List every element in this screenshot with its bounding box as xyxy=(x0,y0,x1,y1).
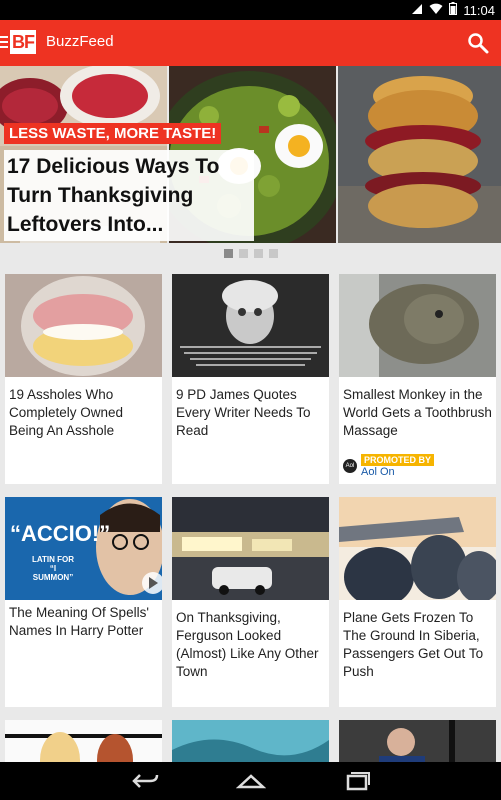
hero-tag: LESS WASTE, MORE TASTE! xyxy=(4,123,222,144)
card-title: 9 PD James Quotes Every Writer Needs To … xyxy=(176,387,311,438)
promo-brand: Aol On xyxy=(361,466,395,478)
card-thumbnail xyxy=(339,497,496,607)
article-card[interactable]: Smallest Monkey in the World Gets a Toot… xyxy=(339,274,496,484)
carousel-dot[interactable] xyxy=(238,249,248,258)
status-bar: 11:04 xyxy=(0,0,501,20)
carousel-dot[interactable] xyxy=(268,249,278,258)
card-thumbnail: “ACCIO!” LATIN FOR “I SUMMON” xyxy=(5,497,162,600)
battery-icon xyxy=(449,2,458,18)
article-card[interactable]: On Thanksgiving, Ferguson Looked (Almost… xyxy=(172,497,329,707)
article-card[interactable] xyxy=(5,720,162,762)
card-title: 19 Assholes Who Completely Owned Being A… xyxy=(9,387,124,438)
carousel-dot[interactable] xyxy=(223,249,233,258)
card-title: On Thanksgiving, Ferguson Looked (Almost… xyxy=(176,610,319,679)
carousel-dot[interactable] xyxy=(253,249,263,258)
card-thumbnail xyxy=(339,274,496,377)
article-card[interactable]: 9 PD James Quotes Every Writer Needs To … xyxy=(172,274,329,484)
card-thumbnail xyxy=(172,720,329,762)
card-title: The Meaning Of Spells' Names In Harry Po… xyxy=(9,605,149,638)
promoted-badge: PROMOTED BY xyxy=(361,454,435,466)
signal-icon xyxy=(411,3,423,18)
card-title: Plane Gets Frozen To The Ground In Siber… xyxy=(343,610,484,679)
article-card[interactable]: 19 Assholes Who Completely Owned Being A… xyxy=(5,274,162,484)
article-card[interactable]: Plane Gets Frozen To The Ground In Siber… xyxy=(339,497,496,707)
hero-image-waffle xyxy=(338,66,501,243)
app-title: BuzzFeed xyxy=(46,33,114,50)
home-icon[interactable] xyxy=(235,770,267,797)
card-title: Smallest Monkey in the World Gets a Toot… xyxy=(343,387,492,438)
hero-headline[interactable]: 17 Delicious Ways To Turn Thanksgiving L… xyxy=(4,150,254,241)
card-thumbnail xyxy=(172,274,329,377)
featured-carousel[interactable]: LESS WASTE, MORE TASTE! 17 Delicious Way… xyxy=(0,66,501,243)
article-card[interactable]: “ACCIO!” LATIN FOR “I SUMMON” The Meanin… xyxy=(5,497,162,707)
promoted-by[interactable]: Aol PROMOTED BY Aol On xyxy=(343,454,435,478)
status-time: 11:04 xyxy=(463,2,495,18)
aol-logo: Aol xyxy=(343,459,357,473)
card-thumbnail xyxy=(5,274,162,377)
search-icon[interactable] xyxy=(467,32,489,54)
buzzfeed-logo[interactable]: BF xyxy=(10,30,36,54)
wifi-icon xyxy=(429,3,443,18)
app-bar: BF BuzzFeed xyxy=(0,20,501,66)
thumb-text: “ACCIO!” xyxy=(10,521,111,546)
back-icon[interactable] xyxy=(130,770,160,797)
article-card[interactable] xyxy=(339,720,496,762)
menu-icon[interactable] xyxy=(0,36,8,48)
article-card[interactable] xyxy=(172,720,329,762)
card-thumbnail xyxy=(5,720,162,762)
card-thumbnail xyxy=(339,720,496,762)
system-nav-bar xyxy=(0,762,501,800)
carousel-pagination xyxy=(0,249,501,258)
thumb-subtext: LATIN FOR “I SUMMON” xyxy=(31,555,75,582)
recent-apps-icon[interactable] xyxy=(342,770,372,797)
card-thumbnail xyxy=(172,497,329,600)
